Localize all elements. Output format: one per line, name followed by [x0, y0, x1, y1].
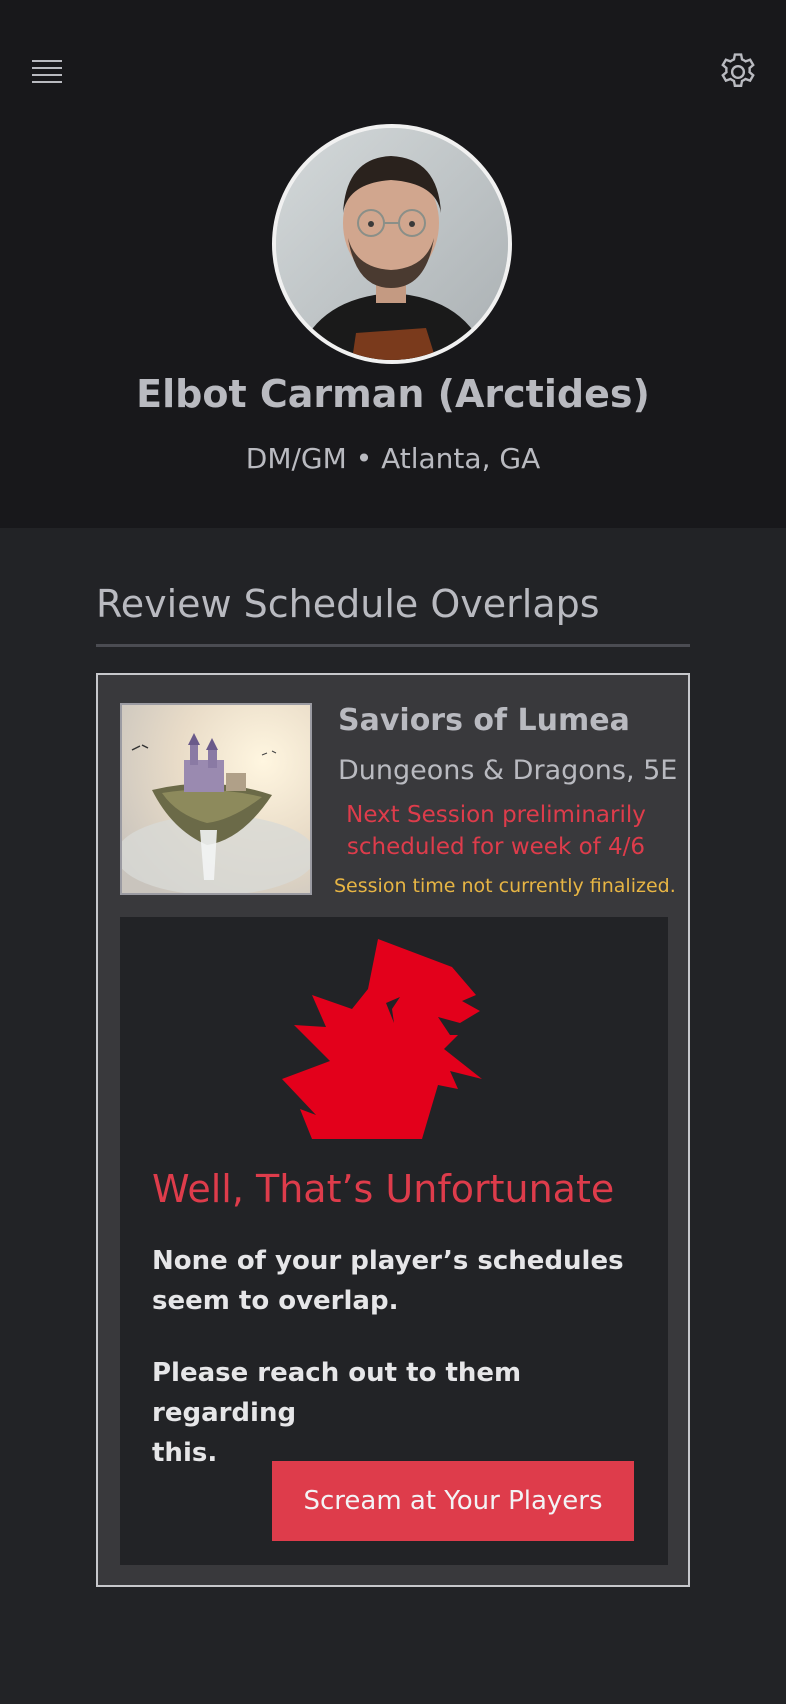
scream-at-players-button[interactable]: Scream at Your Players: [272, 1461, 634, 1541]
next-session-line-2: scheduled for week of 4/6: [346, 834, 646, 860]
section-divider: [96, 644, 690, 647]
overlap-result-panel: Well, That’s Unfortunate None of your pl…: [120, 917, 668, 1565]
section-title: Review Schedule Overlaps: [96, 582, 600, 626]
gear-icon[interactable]: [716, 50, 760, 94]
profile-role-location: DM/GM • Atlanta, GA: [245, 442, 541, 475]
campaign-image[interactable]: [120, 703, 312, 895]
no-overlap-line-1: None of your player’s schedules: [152, 1246, 624, 1276]
result-title: Well, That’s Unfortunate: [152, 1167, 615, 1211]
campaign-system: Dungeons & Dragons, 5E: [338, 755, 678, 786]
reach-out-message: Please reach out to them regarding this.: [152, 1353, 632, 1473]
campaign-card: Saviors of Lumea Dungeons & Dragons, 5E …: [96, 673, 690, 1587]
session-status-note: Session time not currently finalized.: [334, 875, 676, 897]
next-session-text: Next Session preliminarily scheduled for…: [334, 799, 658, 863]
hamburger-menu-icon[interactable]: [28, 54, 68, 90]
profile-name: Elbot Carman (Arctides): [136, 372, 650, 416]
next-session-line-1: Next Session preliminarily: [346, 802, 646, 828]
avatar: [272, 124, 512, 364]
campaign-title[interactable]: Saviors of Lumea: [338, 703, 630, 738]
profile-header: Elbot Carman (Arctides) DM/GM • Atlanta,…: [0, 0, 786, 528]
reach-out-line-1: Please reach out to them regarding: [152, 1358, 522, 1428]
dragon-icon: [282, 939, 482, 1139]
no-overlap-message: None of your player’s schedules seem to …: [152, 1241, 632, 1321]
no-overlap-line-2: seem to overlap.: [152, 1286, 399, 1316]
